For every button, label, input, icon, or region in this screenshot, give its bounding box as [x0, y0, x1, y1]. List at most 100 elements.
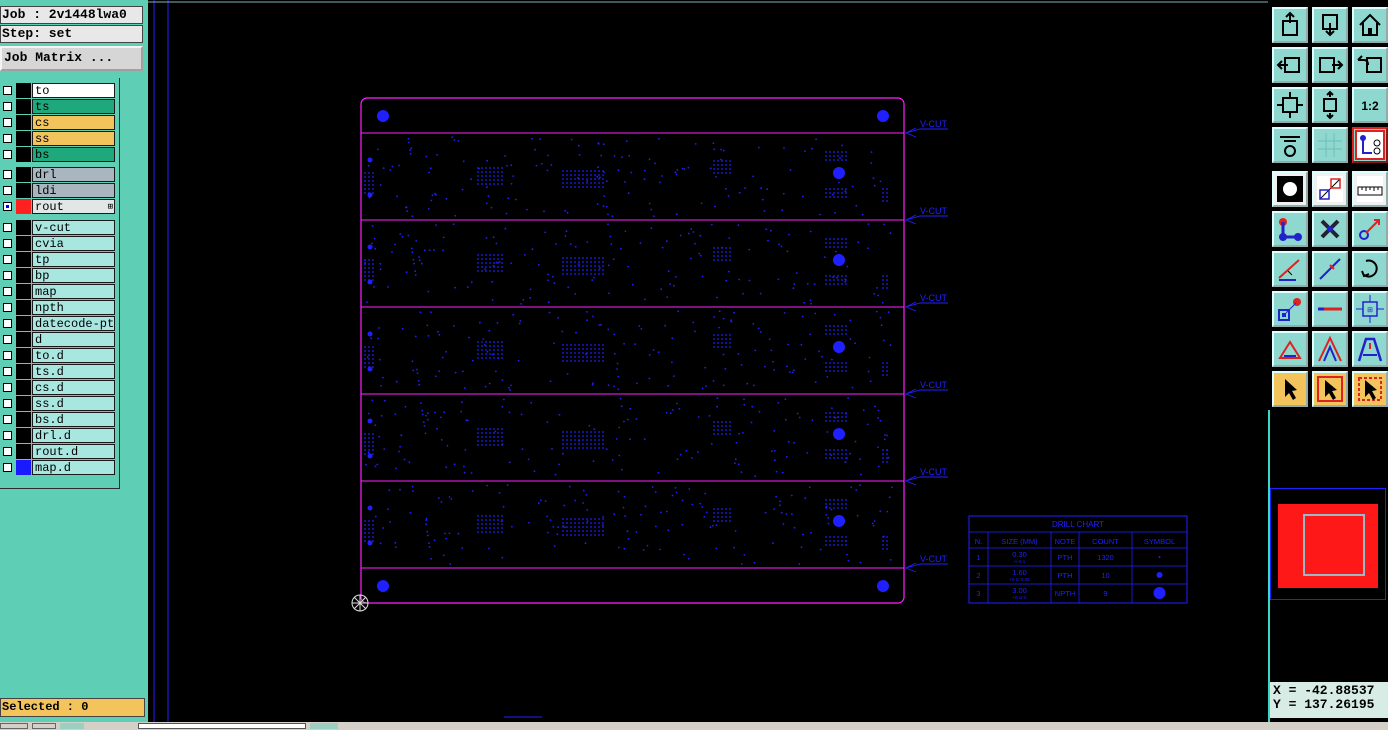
layer-color-swatch[interactable]	[16, 332, 31, 347]
layer-name[interactable]: npth	[32, 300, 115, 315]
settings-button[interactable]	[1272, 127, 1308, 163]
layer-color-swatch[interactable]	[16, 83, 31, 98]
arc-button[interactable]	[1352, 331, 1388, 367]
layer-row-to[interactable]: to	[0, 83, 117, 98]
layer-row-to.d[interactable]: to.d	[0, 348, 117, 363]
layer-checkbox[interactable]	[3, 335, 12, 344]
layer-name[interactable]: v-cut	[32, 220, 115, 235]
layer-name[interactable]: bp	[32, 268, 115, 283]
layer-checkbox[interactable]	[3, 271, 12, 280]
layer-checkbox[interactable]	[3, 415, 12, 424]
layer-checkbox[interactable]	[3, 287, 12, 296]
layer-checkbox[interactable]	[3, 186, 12, 195]
delete-button[interactable]	[1312, 211, 1348, 247]
home-button[interactable]	[1352, 7, 1388, 43]
layer-color-swatch[interactable]	[16, 167, 31, 182]
layer-color-swatch[interactable]	[16, 348, 31, 363]
connect-button[interactable]	[1272, 211, 1308, 247]
fit-screen-button[interactable]	[1272, 87, 1308, 123]
layer-color-swatch[interactable]	[16, 199, 31, 214]
layer-color-swatch[interactable]	[16, 316, 31, 331]
layer-color-swatch[interactable]	[16, 115, 31, 130]
layer-checkbox[interactable]	[3, 463, 12, 472]
layer-row-v-cut[interactable]: v-cut	[0, 220, 117, 235]
layer-name[interactable]: bs	[32, 147, 115, 162]
outline-mode-button[interactable]	[1312, 171, 1348, 207]
select-box-button[interactable]	[1312, 371, 1348, 407]
layer-row-ldi[interactable]: ldi	[0, 183, 117, 198]
layer-name[interactable]: datecode-pto	[32, 316, 115, 331]
layer-color-swatch[interactable]	[16, 284, 31, 299]
line-edit-button[interactable]	[1312, 251, 1348, 287]
layer-row-cs.d[interactable]: cs.d	[0, 380, 117, 395]
fit-profile-button[interactable]	[1312, 87, 1348, 123]
triangle-button[interactable]	[1312, 331, 1348, 367]
layer-color-swatch[interactable]	[16, 364, 31, 379]
fill-mode-button[interactable]	[1272, 171, 1308, 207]
layer-checkbox[interactable]	[3, 367, 12, 376]
zoom-bottom-button[interactable]	[1312, 7, 1348, 43]
layer-color-swatch[interactable]	[16, 428, 31, 443]
layer-color-swatch[interactable]	[16, 412, 31, 427]
layer-name[interactable]: tp	[32, 252, 115, 267]
resize-button[interactable]: ⊞	[1352, 291, 1388, 327]
layer-row-map[interactable]: map	[0, 284, 117, 299]
layer-checkbox[interactable]	[3, 319, 12, 328]
pan-right-button[interactable]	[1312, 47, 1348, 83]
layer-row-map.d[interactable]: map.d	[0, 460, 117, 475]
layer-row-bp[interactable]: bp	[0, 268, 117, 283]
polygon-button[interactable]	[1272, 331, 1308, 367]
job-matrix-button[interactable]: Job Matrix ...	[0, 46, 143, 71]
select-arrow-button[interactable]	[1272, 371, 1308, 407]
layer-checkbox[interactable]	[3, 134, 12, 143]
rotate-button[interactable]	[1352, 251, 1388, 287]
layer-color-swatch[interactable]	[16, 99, 31, 114]
layer-color-swatch[interactable]	[16, 268, 31, 283]
layer-color-swatch[interactable]	[16, 300, 31, 315]
status-field[interactable]	[138, 723, 306, 729]
layer-name[interactable]: ss	[32, 131, 115, 146]
undo-view-button[interactable]	[1352, 47, 1388, 83]
layer-name[interactable]: ss.d	[32, 396, 115, 411]
layer-color-swatch[interactable]	[16, 147, 31, 162]
layer-checkbox[interactable]	[3, 223, 12, 232]
layer-name[interactable]: rout.d	[32, 444, 115, 459]
layer-name[interactable]: rout ⊞	[32, 199, 115, 214]
layer-checkbox[interactable]	[3, 102, 12, 111]
layer-name[interactable]: d	[32, 332, 115, 347]
layer-checkbox[interactable]	[3, 431, 12, 440]
layer-name[interactable]: ts.d	[32, 364, 115, 379]
layer-name[interactable]: cvia	[32, 236, 115, 251]
layer-name[interactable]: drl.d	[32, 428, 115, 443]
layer-checkbox[interactable]	[3, 399, 12, 408]
layer-name[interactable]: cs	[32, 115, 115, 130]
layer-name[interactable]: bs.d	[32, 412, 115, 427]
overview-viewport[interactable]	[1303, 514, 1365, 576]
layer-row-drl.d[interactable]: drl.d	[0, 428, 117, 443]
layer-checkbox[interactable]	[3, 202, 12, 211]
layer-color-swatch[interactable]	[16, 183, 31, 198]
layer-name[interactable]: drl	[32, 167, 115, 182]
layer-name[interactable]: cs.d	[32, 380, 115, 395]
layer-row-ts[interactable]: ts	[0, 99, 117, 114]
graphic-canvas[interactable]: V-CUT V-CUT V-CUT V-CUT V-CUT V-CUT DRILL CHAR…	[148, 0, 1268, 722]
layer-color-swatch[interactable]	[16, 131, 31, 146]
layer-checkbox[interactable]	[3, 383, 12, 392]
layer-name[interactable]: ts	[32, 99, 115, 114]
layer-checkbox[interactable]	[3, 118, 12, 127]
line-draw-button[interactable]	[1272, 251, 1308, 287]
line-button[interactable]	[1312, 291, 1348, 327]
measure-ruler-button[interactable]	[1352, 171, 1388, 207]
layer-row-tp[interactable]: tp	[0, 252, 117, 267]
layer-row-drl[interactable]: drl	[0, 167, 117, 182]
layer-row-cvia[interactable]: cvia	[0, 236, 117, 251]
layer-name[interactable]: to.d	[32, 348, 115, 363]
overview-map[interactable]	[1270, 488, 1386, 600]
layer-row-bs.d[interactable]: bs.d	[0, 412, 117, 427]
layer-checkbox[interactable]	[3, 255, 12, 264]
layer-row-d[interactable]: d	[0, 332, 117, 347]
layer-row-ss.d[interactable]: ss.d	[0, 396, 117, 411]
pad-button[interactable]	[1272, 291, 1308, 327]
layer-name[interactable]: ldi	[32, 183, 115, 198]
layer-color-swatch[interactable]	[16, 444, 31, 459]
